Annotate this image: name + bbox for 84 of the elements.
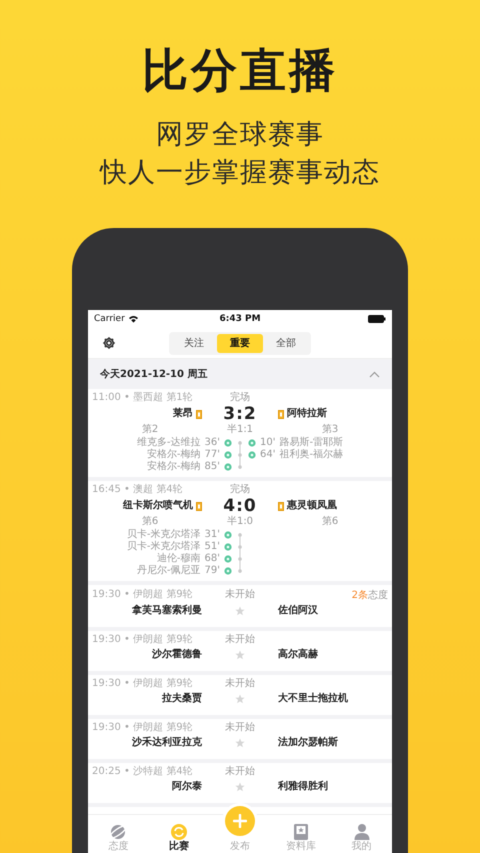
tab-label[interactable]: 发布	[230, 841, 250, 852]
refresh-icon[interactable]	[170, 823, 188, 841]
score: 3:2	[223, 404, 257, 424]
scorer-name: 贝卡-米克尔塔泽	[126, 529, 201, 540]
scorer-name: 安格尔-梅纳	[146, 449, 201, 460]
team-name: 沙尔霍德鲁	[152, 648, 203, 662]
team-name: 莱昂	[173, 406, 193, 421]
team-name: 佐伯阿汉	[276, 604, 318, 618]
star-icon[interactable]	[235, 738, 245, 748]
goal-minute: 64'	[260, 449, 276, 461]
team-name: 纽卡斯尔喷气机	[123, 498, 193, 513]
segment-tab[interactable]: 关注	[171, 334, 217, 352]
plus-icon	[232, 814, 247, 828]
book-icon[interactable]	[292, 823, 310, 841]
goal-minute: 77'	[204, 449, 220, 461]
scorer-name: 祖利奥-福尔赫	[279, 449, 344, 461]
halftime-score: 半1:1	[226, 424, 254, 436]
team-name: 高尔高赫	[277, 647, 318, 662]
match-status: 未开始	[225, 722, 255, 734]
match-info: 19:30 • 伊朗超 第9轮	[92, 722, 194, 734]
team-rank: 第3	[322, 424, 338, 436]
carrier-label: Carrier	[94, 314, 125, 324]
settings-icon[interactable]	[102, 336, 116, 350]
team-name: 沙禾达利亚拉克	[132, 736, 203, 750]
score: 4:0	[223, 496, 257, 516]
date-label: 今天2021-12-10 周五	[100, 368, 208, 381]
segment-tab[interactable]: 重要	[217, 334, 263, 352]
tab-label[interactable]: 资料库	[286, 841, 316, 852]
tab-label[interactable]: 态度	[108, 841, 128, 852]
match-status: 未开始	[225, 634, 255, 646]
scorer-name: 路易斯-雷耶斯	[279, 437, 344, 448]
halftime-score: 半1:0	[226, 516, 254, 528]
team-name: 阿尔泰	[172, 780, 203, 794]
chevron-icon[interactable]	[369, 370, 380, 378]
star-icon[interactable]	[235, 650, 245, 660]
tab-label[interactable]: 我的	[352, 841, 372, 852]
team-rank: 第2	[142, 424, 158, 436]
star-icon[interactable]	[235, 606, 245, 616]
subtitle: 快人一步掌握赛事动态	[100, 156, 380, 190]
match-info: 19:30 • 伊朗超 第9轮	[92, 634, 194, 646]
goal-minute: 85'	[204, 461, 220, 473]
team-name: 阿特拉斯	[287, 406, 327, 421]
team-name: 利雅得胜利	[276, 780, 328, 794]
team-rank: 第6	[322, 516, 338, 528]
scorer-name: 贝卡-米克尔塔泽	[126, 541, 201, 552]
match-status: 完场	[230, 392, 250, 404]
match-info: 19:30 • 伊朗超 第9轮	[92, 678, 194, 690]
planet-icon[interactable]	[109, 823, 128, 841]
goal-minute: 79'	[204, 565, 220, 577]
match-info: 20:25 • 沙特超 第4轮	[92, 766, 194, 778]
team-name: 惠灵顿凤凰	[287, 498, 337, 513]
goal-minute: 10'	[260, 437, 276, 449]
match-status: 未开始	[225, 678, 255, 690]
goal-minute: 36'	[204, 437, 220, 449]
battery-icon	[368, 315, 386, 323]
match-info: 16:45 • 澳超 第4轮	[92, 484, 184, 496]
star-icon[interactable]	[235, 694, 245, 704]
publish-button[interactable]	[224, 806, 255, 836]
goal-minute: 31'	[204, 529, 220, 541]
subtitle: 网罗全球赛事	[156, 118, 324, 152]
scorer-name: 维克多-达维拉	[136, 437, 201, 448]
segment-tab[interactable]: 全部	[263, 334, 309, 352]
scorer-name: 丹尼尔-佩尼亚	[136, 565, 201, 577]
wifi-icon	[128, 315, 139, 323]
status-time: 6:43 PM	[219, 314, 261, 324]
team-name: 法加尔瑟帕斯	[277, 736, 338, 750]
opinion-count[interactable]: 2条态度	[352, 588, 388, 602]
scorer-name: 迪伦-穆南	[156, 553, 201, 565]
match-status: 未开始	[225, 766, 255, 778]
match-info: 11:00 • 墨西超 第1轮	[92, 392, 194, 404]
headline: 比分直播	[142, 42, 338, 99]
team-name: 大不里士拖拉机	[277, 692, 348, 706]
scorer-name: 安格尔-梅纳	[146, 461, 201, 473]
team-rank: 第6	[142, 516, 158, 528]
star-icon[interactable]	[235, 782, 245, 792]
match-status: 完场	[230, 484, 250, 496]
team-name: 拉夫桑贾	[162, 692, 203, 706]
match-status: 未开始	[225, 589, 255, 601]
person-icon[interactable]	[352, 823, 371, 841]
tab-label[interactable]: 比赛	[169, 841, 190, 852]
goal-minute: 68'	[204, 553, 220, 565]
match-info: 19:30 • 伊朗超 第9轮	[92, 589, 194, 601]
team-name: 拿芙马塞索利曼	[132, 603, 203, 618]
goal-minute: 51'	[204, 541, 220, 553]
